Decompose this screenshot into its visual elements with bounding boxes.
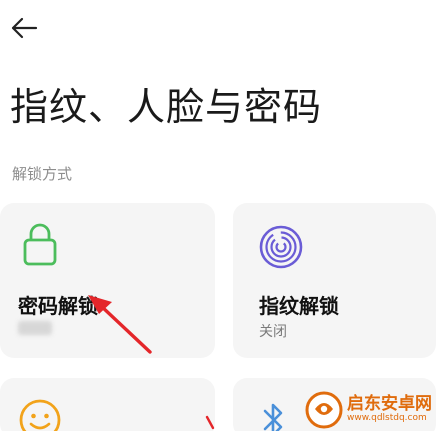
watermark: 启东安卓网 www.qdlstdq.com xyxy=(305,388,436,431)
watermark-name: 启东安卓网 xyxy=(347,393,432,414)
face-icon xyxy=(18,398,62,431)
page-title: 指纹、人脸与密码 xyxy=(10,85,323,129)
fingerprint-icon xyxy=(259,225,303,273)
back-button[interactable] xyxy=(10,16,42,44)
section-label: 解锁方式 xyxy=(12,165,73,183)
card-title-fingerprint: 指纹解锁 xyxy=(259,294,339,318)
watermark-logo-icon xyxy=(305,391,343,429)
card-title-password: 密码解锁 xyxy=(18,294,98,318)
face-unlock-card[interactable] xyxy=(0,378,215,431)
arrow-left-icon xyxy=(10,17,38,43)
lock-icon xyxy=(22,222,58,270)
password-status-blurred xyxy=(18,321,52,335)
watermark-url: www.qdlstdq.com xyxy=(347,412,427,423)
password-unlock-card[interactable]: 密码解锁 xyxy=(0,203,215,358)
bluetooth-icon xyxy=(261,400,287,431)
card-status-fingerprint: 关闭 xyxy=(259,324,287,340)
fingerprint-unlock-card[interactable]: 指纹解锁 关闭 xyxy=(233,203,436,358)
